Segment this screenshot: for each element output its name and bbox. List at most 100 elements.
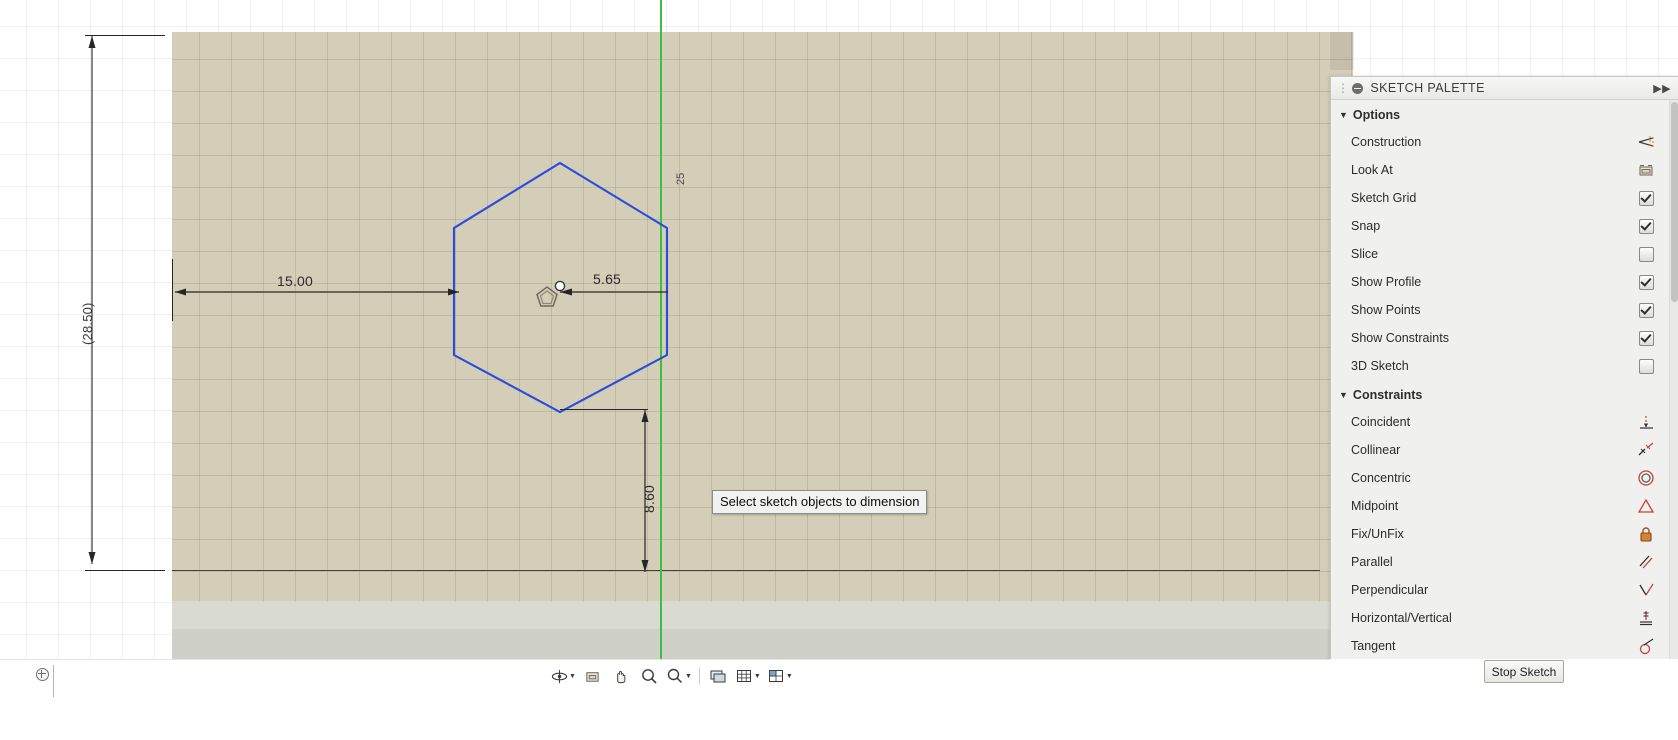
palette-row-show-points[interactable]: Show Points xyxy=(1331,296,1678,324)
palette-row-show-profile[interactable]: Show Profile xyxy=(1331,268,1678,296)
palette-label-coincident: Coincident xyxy=(1351,415,1411,429)
chevron-down-icon[interactable]: ▼ xyxy=(685,673,692,680)
sketch-palette[interactable]: ⋮ SKETCH PALETTE ▶▶ ▼ Options Constructi… xyxy=(1330,76,1678,662)
zoom-window-icon[interactable]: ▼ xyxy=(664,665,694,687)
checkbox-icon[interactable] xyxy=(1635,218,1657,234)
dimension-2850-graphic[interactable] xyxy=(82,28,102,572)
palette-drag-handle[interactable]: ⋮ xyxy=(1337,81,1349,95)
grid-snaps-icon[interactable]: ▼ xyxy=(733,665,763,687)
sketch-palette-header[interactable]: ⋮ SKETCH PALETTE ▶▶ xyxy=(1331,77,1678,100)
bottom-bar-divider xyxy=(0,659,1330,660)
double-chevron-right-icon[interactable]: ▶▶ xyxy=(1651,82,1673,95)
palette-row-snap[interactable]: Snap xyxy=(1331,212,1678,240)
palette-scrollbar[interactable] xyxy=(1669,100,1678,661)
palette-row-slice[interactable]: Slice xyxy=(1331,240,1678,268)
zoom-icon[interactable] xyxy=(636,665,662,687)
section-label-options: Options xyxy=(1352,108,1401,122)
palette-row-3d-sketch[interactable]: 3D Sketch xyxy=(1331,352,1678,380)
palette-row-perpendicular[interactable]: Perpendicular xyxy=(1331,576,1678,604)
palette-label-midpoint: Midpoint xyxy=(1351,499,1399,513)
caret-down-icon: ▼ xyxy=(1339,390,1348,400)
orbit-icon[interactable]: ▼ xyxy=(549,665,578,687)
app-root: 15.00 5.65 8.60 (28.50) 25 25 Select ske… xyxy=(0,0,1678,740)
ground-edge-line xyxy=(172,570,1320,571)
dimension-860-label[interactable]: 8.60 xyxy=(641,485,657,513)
coincident-icon[interactable] xyxy=(1635,413,1657,431)
palette-row-look-at[interactable]: Look At xyxy=(1331,156,1678,184)
palette-label-show-constraints: Show Constraints xyxy=(1351,331,1449,345)
palette-row-sketch-grid[interactable]: Sketch Grid xyxy=(1331,184,1678,212)
palette-row-parallel[interactable]: Parallel xyxy=(1331,548,1678,576)
palette-label-concentric: Concentric xyxy=(1351,471,1411,485)
pan-hand-icon[interactable] xyxy=(608,665,634,687)
section-header-constraints[interactable]: ▼ Constraints xyxy=(1331,382,1678,408)
palette-label-perpendicular: Perpendicular xyxy=(1351,583,1429,597)
section-header-options[interactable]: ▼ Options xyxy=(1331,102,1678,128)
palette-label-show-profile: Show Profile xyxy=(1351,275,1422,289)
dimension-2850-label[interactable]: (28.50) xyxy=(80,302,95,345)
dimension-15-label[interactable]: 15.00 xyxy=(277,273,313,289)
navbar-separator xyxy=(698,668,700,684)
witness-line-2850-top xyxy=(85,35,165,36)
parallel-icon[interactable] xyxy=(1635,553,1657,571)
crosshair-icon[interactable] xyxy=(36,668,49,681)
collinear-icon[interactable] xyxy=(1635,441,1657,459)
palette-label-3d-sketch: 3D Sketch xyxy=(1351,359,1409,373)
chevron-down-icon[interactable]: ▼ xyxy=(754,673,761,680)
axis-tick-label-top: 25 xyxy=(675,172,687,185)
look-at-icon[interactable] xyxy=(580,665,606,687)
palette-label-look-at: Look At xyxy=(1351,163,1393,177)
minus-circle-icon[interactable] xyxy=(1352,82,1364,94)
lock-icon[interactable] xyxy=(1635,525,1657,543)
view-navigation-bar[interactable]: ▼ ▼ ▼ ▼ xyxy=(549,664,795,688)
palette-label-tangent: Tangent xyxy=(1351,639,1396,653)
checkbox-icon[interactable] xyxy=(1635,274,1657,290)
palette-row-coincident[interactable]: Coincident xyxy=(1331,408,1678,436)
sketch-palette-body: ▼ Options Construction Look At Sketch Gr… xyxy=(1331,100,1678,661)
palette-row-construction[interactable]: Construction xyxy=(1331,128,1678,156)
construction-icon[interactable] xyxy=(1635,133,1657,151)
bottom-bar xyxy=(0,659,1678,740)
command-tooltip: Select sketch objects to dimension xyxy=(712,490,928,514)
palette-label-slice: Slice xyxy=(1351,247,1379,261)
checkbox-icon[interactable] xyxy=(1635,358,1657,374)
dimension-15-graphic[interactable] xyxy=(172,282,462,314)
palette-label-parallel: Parallel xyxy=(1351,555,1393,569)
witness-line-2850-bottom xyxy=(85,570,165,571)
checkbox-icon[interactable] xyxy=(1635,330,1657,346)
palette-row-concentric[interactable]: Concentric xyxy=(1331,464,1678,492)
horizontal-vertical-icon[interactable] xyxy=(1635,609,1657,627)
palette-row-show-constraints[interactable]: Show Constraints xyxy=(1331,324,1678,352)
stop-sketch-button[interactable]: Stop Sketch xyxy=(1484,660,1564,683)
witness-line-hex-bottom xyxy=(560,409,648,410)
palette-scrollbar-thumb[interactable] xyxy=(1671,102,1678,302)
palette-row-collinear[interactable]: Collinear xyxy=(1331,436,1678,464)
status-separator xyxy=(53,665,57,697)
caret-down-icon: ▼ xyxy=(1339,110,1348,120)
palette-label-collinear: Collinear xyxy=(1351,443,1401,457)
palette-row-tangent[interactable]: Tangent xyxy=(1331,632,1678,660)
checkbox-icon[interactable] xyxy=(1635,246,1657,262)
chevron-down-icon[interactable]: ▼ xyxy=(786,673,793,680)
sketch-canvas[interactable] xyxy=(172,32,1353,601)
canvas-corner-shadow xyxy=(1330,32,1354,70)
chevron-down-icon[interactable]: ▼ xyxy=(569,673,576,680)
checkbox-icon[interactable] xyxy=(1635,190,1657,206)
palette-row-horizontal-vertical[interactable]: Horizontal/Vertical xyxy=(1331,604,1678,632)
perpendicular-icon[interactable] xyxy=(1635,581,1657,599)
palette-row-fix-unfix[interactable]: Fix/UnFix xyxy=(1331,520,1678,548)
midpoint-icon[interactable] xyxy=(1635,497,1657,515)
checkbox-icon[interactable] xyxy=(1635,302,1657,318)
palette-label-sketch-grid: Sketch Grid xyxy=(1351,191,1417,205)
concentric-icon[interactable] xyxy=(1635,469,1657,487)
ground-plane-band-light xyxy=(172,601,1353,629)
palette-label-show-points: Show Points xyxy=(1351,303,1421,317)
palette-label-construction: Construction xyxy=(1351,135,1422,149)
palette-row-midpoint[interactable]: Midpoint xyxy=(1331,492,1678,520)
palette-label-horizontal-vertical: Horizontal/Vertical xyxy=(1351,611,1452,625)
tangent-icon[interactable] xyxy=(1635,637,1657,655)
dimension-565-label[interactable]: 5.65 xyxy=(593,271,621,287)
look-at-icon[interactable] xyxy=(1635,161,1657,179)
viewports-icon[interactable]: ▼ xyxy=(765,665,795,687)
display-settings-icon[interactable] xyxy=(705,665,731,687)
